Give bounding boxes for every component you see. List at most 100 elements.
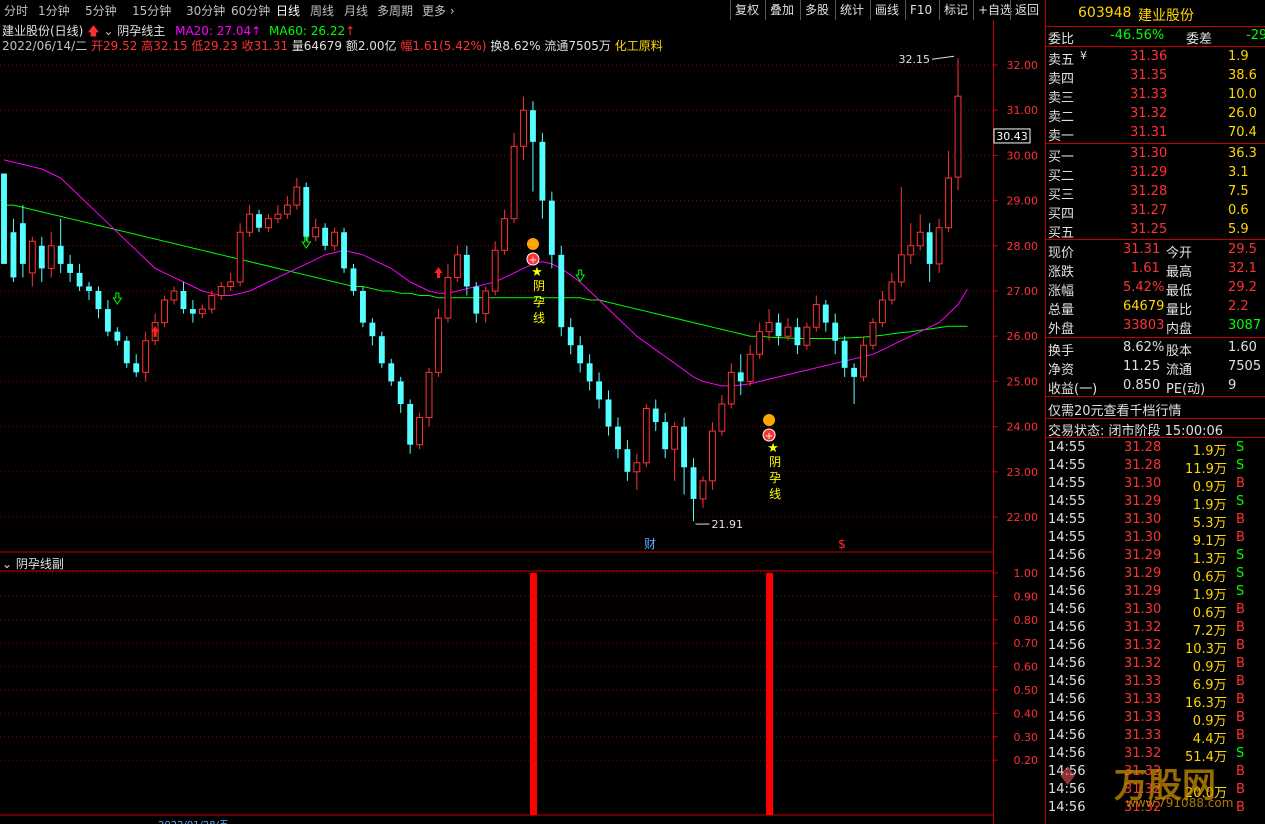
candle-body [256, 214, 262, 228]
trade-side: S [1236, 548, 1245, 563]
candle-body [425, 371, 433, 419]
mark-button[interactable]: 标记 [939, 0, 972, 20]
candle [812, 295, 820, 332]
candle-body [681, 426, 688, 468]
trade-row: 14:55 31.28 11.9万 S [1046, 458, 1265, 477]
ask-volume: 10.0 [1228, 87, 1257, 102]
ask-price: 31.32 [1130, 106, 1168, 121]
trade-volume: 1.9万 [1192, 444, 1227, 459]
candle [935, 218, 943, 273]
candle-body [765, 322, 773, 333]
bid-price: 31.27 [1130, 203, 1168, 218]
trade-time: 14:56 [1048, 548, 1086, 563]
candle [38, 236, 45, 282]
trade-volume: 0.6万 [1192, 606, 1227, 621]
trade-time: 14:55 [1048, 476, 1086, 491]
candle-body [57, 245, 64, 264]
signal-text-char: 线 [533, 311, 545, 325]
trade-price: 31.30 [1124, 476, 1162, 491]
candle [596, 372, 602, 409]
candle-body [236, 231, 244, 283]
candle [548, 191, 555, 269]
candle-body [246, 213, 254, 233]
stat-label: 流通 [1166, 363, 1193, 378]
candle-body [567, 327, 574, 346]
trade-side: S [1236, 440, 1245, 455]
ask-volume: 26.0 [1228, 106, 1257, 121]
candle-body [822, 304, 829, 323]
candle-body [283, 204, 291, 215]
back-button[interactable]: 返回 [1010, 0, 1043, 20]
candle-body [926, 232, 933, 264]
candle [322, 223, 329, 251]
stat-label: 涨幅 [1048, 284, 1075, 299]
ask-label: 卖三 [1048, 91, 1075, 106]
promo-text[interactable]: 仅需20元查看千档行情 [1048, 400, 1182, 419]
stat-row: 净资 11.25 流通 7505 [1046, 358, 1265, 378]
tab-60min[interactable]: 60分钟 [231, 2, 270, 19]
ask-row: 卖二 31.32 26.0 [1046, 105, 1265, 125]
promo-row[interactable]: 仅需20元查看千档行情 [1046, 399, 1265, 419]
tab-5min[interactable]: 5分钟 [85, 2, 117, 19]
sub-indicator-name[interactable]: 阴孕线副 [16, 557, 64, 571]
trade-row: 14:56 31.32 0.9万 B [1046, 656, 1265, 675]
candle-body [189, 309, 196, 314]
trade-volume: 1.9万 [1192, 498, 1227, 513]
candle-body [586, 363, 593, 382]
tab-30min[interactable]: 30分钟 [186, 2, 225, 19]
ask-row: 卖三 31.33 10.0 [1046, 86, 1265, 106]
candle [293, 178, 301, 210]
trade-row: 14:55 31.30 9.1万 B [1046, 530, 1265, 549]
candle [444, 263, 452, 323]
candle [388, 358, 395, 386]
candle-body [322, 227, 329, 246]
bid-label: 买三 [1048, 188, 1075, 203]
trade-row: 14:55 31.30 0.9万 B [1046, 476, 1265, 495]
trade-side: B [1236, 620, 1245, 635]
tab-weekly[interactable]: 周线 [310, 2, 334, 19]
candle-body [407, 404, 414, 445]
stat-row: 收益(一) 0.850 PE(动) 9 [1046, 377, 1265, 397]
trade-row: 14:55 31.29 1.9万 S [1046, 494, 1265, 513]
candle-body [879, 299, 886, 324]
candle [435, 309, 442, 377]
trade-time: 14:56 [1048, 566, 1086, 581]
candle-body [671, 426, 679, 450]
candle-body [444, 276, 452, 319]
trade-volume: 0.9万 [1192, 480, 1227, 495]
candle [28, 236, 36, 287]
candle-body [170, 290, 178, 301]
fuquan-button[interactable]: 复权 [730, 0, 763, 20]
axis-tick-label: 24.00 [1007, 421, 1039, 434]
stat-label: 总量 [1048, 303, 1075, 318]
ask-volume: 38.6 [1228, 68, 1257, 83]
multi-stock-button[interactable]: 多股 [800, 0, 833, 20]
draw-button[interactable]: 画线 [870, 0, 903, 20]
candle-body [331, 231, 339, 247]
candle-body [95, 291, 102, 310]
stat-label: 涨跌 [1048, 265, 1075, 280]
trade-side: S [1236, 494, 1245, 509]
candle [803, 322, 811, 350]
candle-body [369, 322, 376, 337]
candle [57, 218, 64, 273]
axis-tick-label: 31.00 [1007, 104, 1039, 117]
overlay-button[interactable]: 叠加 [765, 0, 798, 20]
tab-fenshi[interactable]: 分时 [4, 2, 28, 19]
kline-chart[interactable]: 32.00 31.00 30.00 29.00 28.00 27.00 26.00 25.00… [0, 20, 1045, 824]
candle [784, 318, 792, 341]
tab-1min[interactable]: 1分钟 [38, 2, 70, 19]
trade-price: 31.28 [1124, 440, 1162, 455]
tab-monthly[interactable]: 月线 [344, 2, 368, 19]
tab-multi-period[interactable]: 多周期 [377, 2, 413, 19]
dropdown-circle-icon[interactable]: ⌄ [2, 557, 12, 571]
stats-button[interactable]: 统计 [835, 0, 868, 20]
trade-volume: 9.1万 [1192, 534, 1227, 549]
tab-more[interactable]: 更多 › [422, 2, 455, 19]
f10-button[interactable]: F10 [905, 0, 936, 20]
stat-label: 收益(一) [1048, 382, 1098, 397]
candle [369, 318, 376, 346]
tab-15min[interactable]: 15分钟 [132, 2, 171, 19]
tab-daily[interactable]: 日线 [276, 2, 300, 19]
candle [331, 227, 339, 251]
